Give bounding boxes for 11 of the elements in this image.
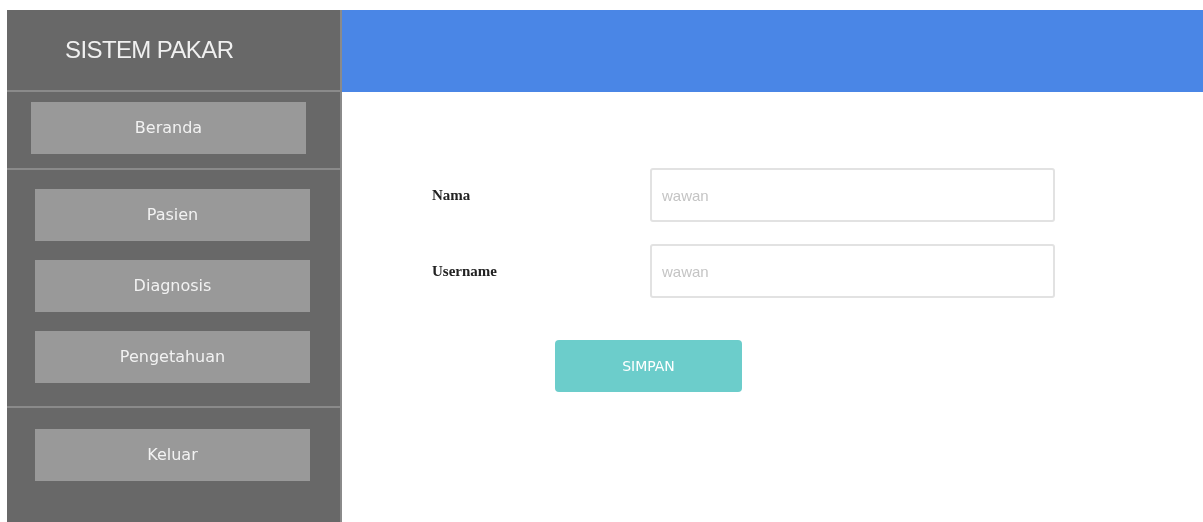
field-label: Nama — [432, 185, 472, 205]
nav-button[interactable]: Beranda — [31, 102, 306, 154]
text-field[interactable]: wawan — [650, 168, 1055, 222]
text-field[interactable]: wawan — [650, 244, 1055, 298]
app-title: SISTEM PAKAR — [65, 35, 234, 65]
nav-button[interactable]: Keluar — [35, 429, 310, 481]
field-label: Username — [432, 261, 498, 281]
nav-button[interactable]: Pengetahuan — [35, 331, 310, 383]
save-button[interactable]: SIMPAN — [555, 340, 742, 392]
nav-button[interactable]: Pasien — [35, 189, 310, 241]
nav-button[interactable]: Diagnosis — [35, 260, 310, 312]
